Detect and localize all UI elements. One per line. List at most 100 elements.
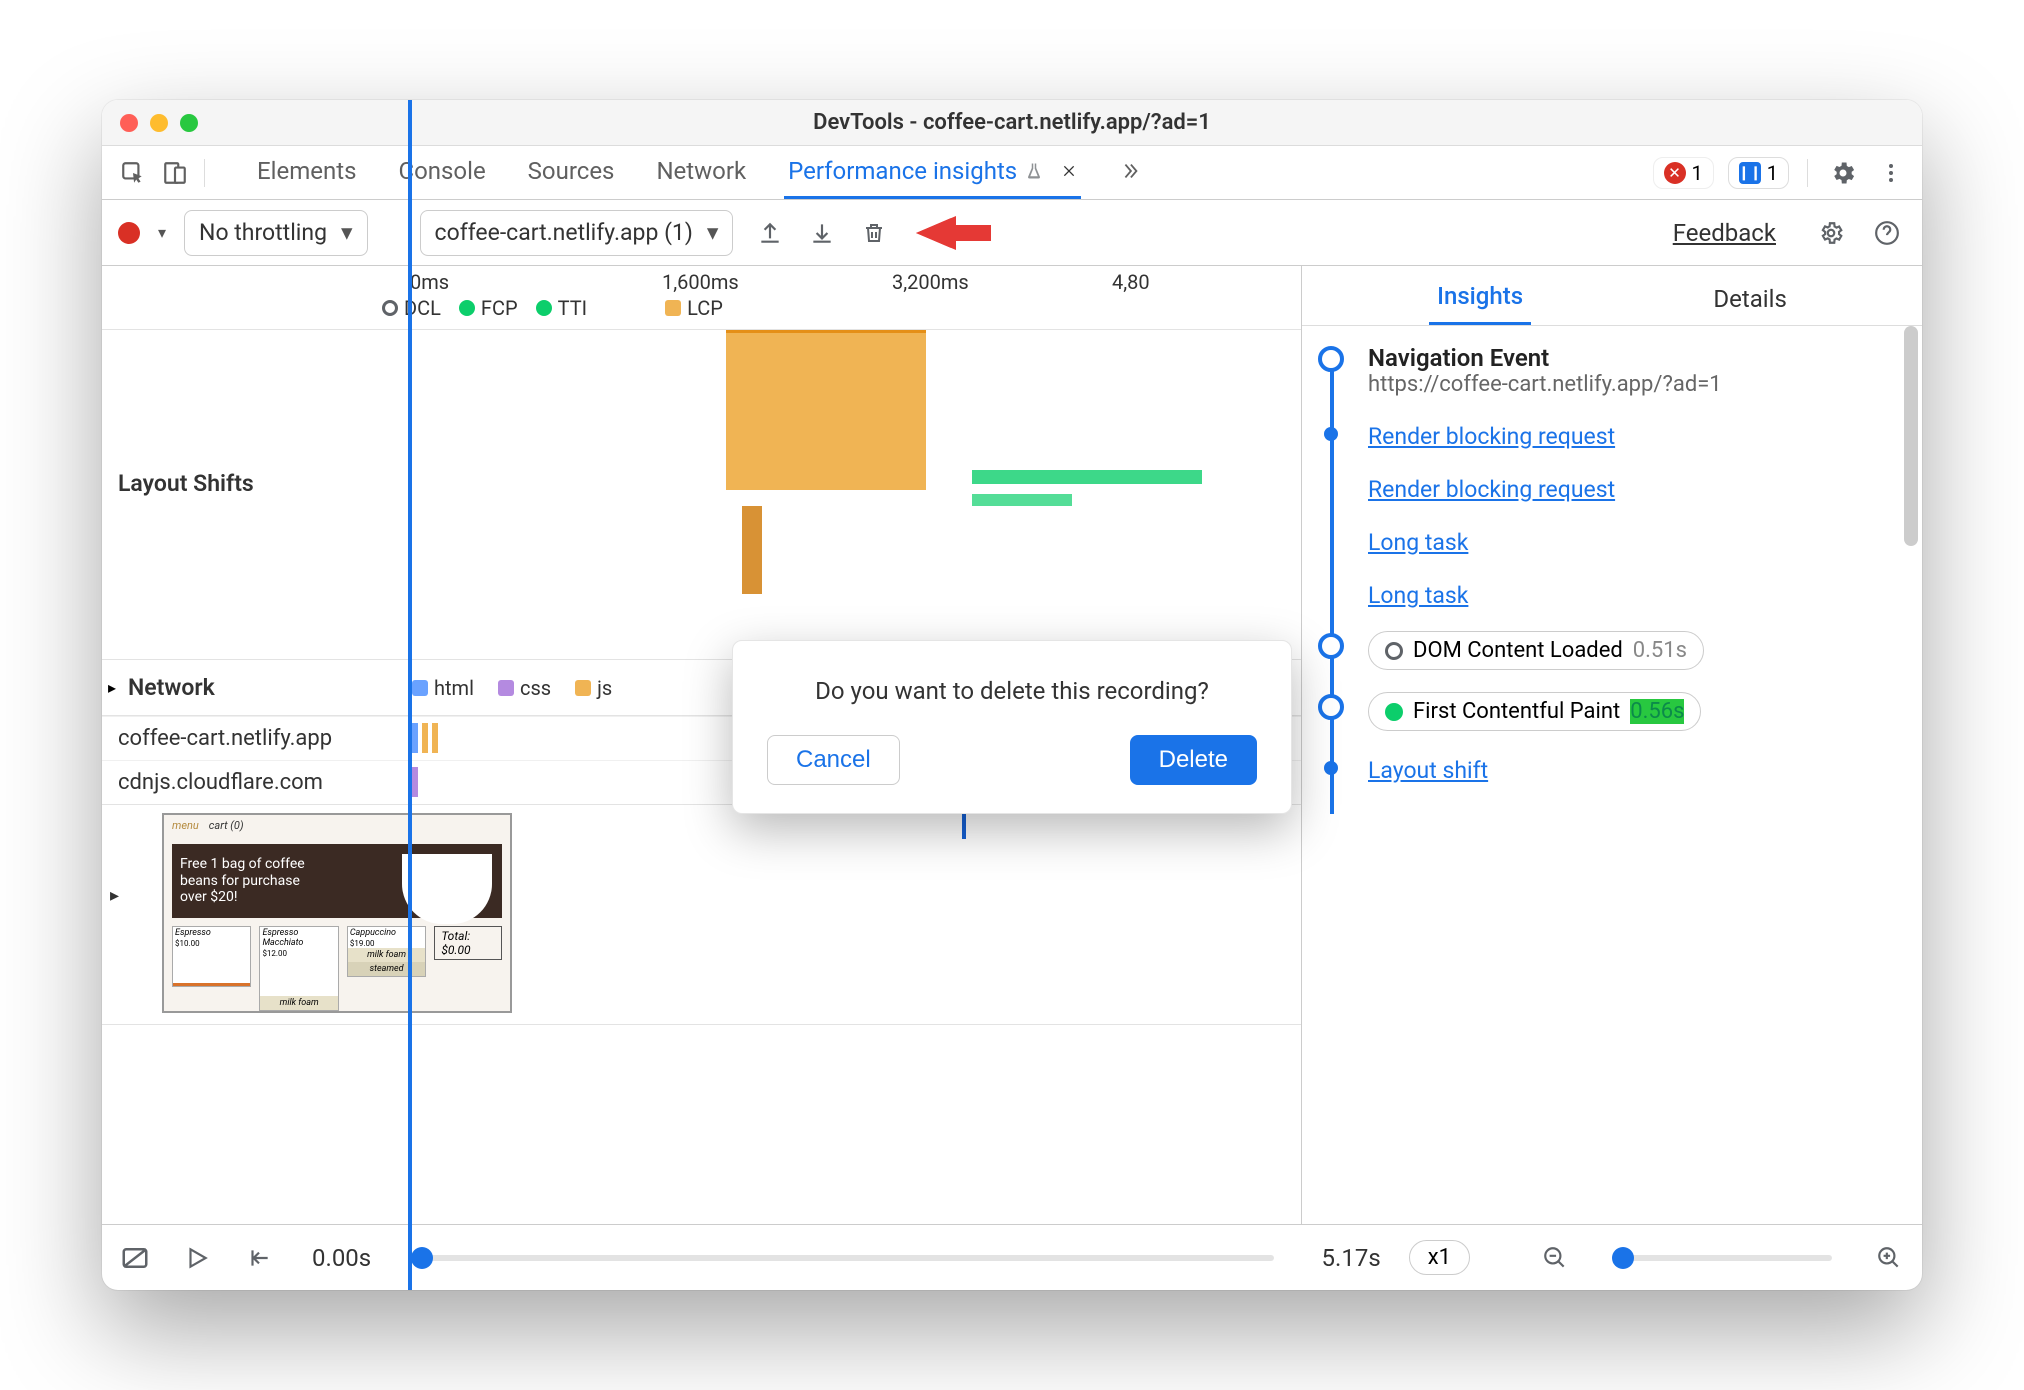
recording-select[interactable]: coffee-cart.netlify.app (1) ▾: [420, 210, 734, 256]
record-button[interactable]: [118, 222, 140, 244]
tick-2: 3,200ms: [892, 270, 969, 294]
dot-icon: [1385, 703, 1403, 721]
error-icon: ✕: [1664, 162, 1686, 184]
title-bar: DevTools - coffee-cart.netlify.app/?ad=1: [102, 100, 1922, 146]
layout-shift-link[interactable]: Layout shift: [1368, 757, 1488, 784]
expand-network-icon[interactable]: ▸: [108, 678, 116, 697]
insight-fcp[interactable]: First Contentful Paint 0.56s: [1352, 692, 1902, 731]
scrubber-knob[interactable]: [411, 1247, 433, 1269]
close-tab-icon[interactable]: [1061, 163, 1077, 179]
insight-long-task-2[interactable]: Long task: [1352, 578, 1902, 609]
gear-icon[interactable]: [1812, 214, 1850, 252]
tab-network[interactable]: Network: [652, 146, 750, 199]
long-task-link[interactable]: Long task: [1368, 582, 1468, 609]
insight-render-blocking-2[interactable]: Render blocking request: [1352, 472, 1902, 503]
timeline-dot-icon: [1324, 761, 1338, 775]
messages-badge[interactable]: ❙❙ 1: [1728, 157, 1789, 189]
window-title: DevTools - coffee-cart.netlify.app/?ad=1: [102, 110, 1922, 135]
zoom-slider[interactable]: [1612, 1255, 1832, 1261]
layout-shifts-lane[interactable]: Layout Shifts: [102, 330, 1301, 660]
host-name: cdnjs.cloudflare.com: [118, 770, 323, 795]
zoom-out-icon[interactable]: [1538, 1241, 1572, 1275]
chevron-down-icon: ▾: [341, 219, 353, 246]
tab-sources[interactable]: Sources: [524, 146, 619, 199]
time-ruler[interactable]: 0ms 1,600ms 3,200ms 4,80 DCL FCP TTI LCP: [102, 266, 1301, 330]
legend-lcp: LCP: [665, 296, 723, 320]
thumb-items: Espresso $10.00 Espresso Macchiato $12.0…: [164, 926, 510, 1011]
dcl-time: 0.51s: [1633, 638, 1687, 663]
flask-icon: [1025, 162, 1043, 180]
lcp-block[interactable]: [726, 330, 926, 490]
thumb-hero: Free 1 bag of coffee beans for purchase …: [172, 844, 502, 918]
dialog-message: Do you want to delete this recording?: [767, 677, 1257, 705]
time-start: 0.00s: [312, 1244, 371, 1272]
insight-dcl[interactable]: DOM Content Loaded 0.51s: [1352, 631, 1902, 670]
dcl-label: DOM Content Loaded: [1413, 638, 1623, 663]
recording-name: coffee-cart.netlify.app (1): [435, 219, 693, 246]
zoom-in-icon[interactable]: [1872, 1241, 1906, 1275]
frame-thumbnail[interactable]: menu cart (0) Free 1 bag of coffee beans…: [162, 813, 512, 1013]
long-task-link[interactable]: Long task: [1368, 529, 1468, 556]
help-icon[interactable]: [1868, 214, 1906, 252]
insight-navigation[interactable]: Navigation Event https://coffee-cart.net…: [1352, 344, 1902, 397]
throttling-select[interactable]: No throttling ▾: [184, 210, 368, 256]
upload-icon[interactable]: [751, 214, 789, 252]
kebab-menu-icon[interactable]: [1874, 156, 1908, 190]
tab-insights[interactable]: Insights: [1429, 270, 1531, 325]
long-task-bar[interactable]: [742, 506, 762, 594]
thumb-card: Cappuccino $19.00 milk foam steamed: [347, 926, 426, 977]
recording-actions: [751, 208, 991, 258]
feedback-link[interactable]: Feedback: [1673, 219, 1776, 247]
host-name: coffee-cart.netlify.app: [118, 726, 332, 751]
play-icon[interactable]: [180, 1241, 214, 1275]
insights-tabs: Insights Details: [1302, 266, 1922, 326]
record-dropdown-icon[interactable]: ▾: [158, 223, 166, 242]
tick-0: 0ms: [410, 270, 449, 294]
playback-bar: 0.00s 5.17s x1: [102, 1224, 1922, 1290]
cls-segment-1[interactable]: [972, 470, 1202, 484]
thumb-card: Espresso $10.00: [172, 926, 251, 987]
delete-button[interactable]: Delete: [1130, 735, 1257, 785]
device-toolbar-icon[interactable]: [158, 156, 192, 190]
network-legend: html css js: [412, 676, 612, 700]
tab-elements[interactable]: Elements: [253, 146, 360, 199]
thumb-total: Total: $0.00: [434, 926, 502, 960]
insight-long-task-1[interactable]: Long task: [1352, 525, 1902, 556]
render-blocking-link[interactable]: Render blocking request: [1368, 423, 1615, 450]
cls-segment-2[interactable]: [972, 494, 1072, 506]
timeline-scrubber[interactable]: [411, 1255, 1273, 1261]
zoom-knob[interactable]: [1612, 1247, 1634, 1269]
more-tabs-button[interactable]: [1115, 146, 1145, 199]
rewind-icon[interactable]: [242, 1241, 276, 1275]
errors-badge[interactable]: ✕ 1: [1653, 157, 1714, 189]
screenshot-toggle-icon[interactable]: [118, 1241, 152, 1275]
divider: [204, 159, 205, 187]
tabs-right-cluster: ✕ 1 ❙❙ 1: [1653, 156, 1909, 190]
network-label: Network: [128, 674, 215, 701]
legend-css: css: [498, 676, 551, 700]
filmstrip-lane[interactable]: ▸ menu cart (0) Free 1 bag of coffee bea…: [102, 805, 1301, 1025]
dcl-chip[interactable]: DOM Content Loaded 0.51s: [1368, 631, 1704, 670]
cancel-button[interactable]: Cancel: [767, 735, 900, 785]
tab-performance-insights[interactable]: Performance insights: [784, 146, 1081, 199]
insight-layout-shift[interactable]: Layout shift: [1352, 753, 1902, 784]
throttling-value: No throttling: [199, 219, 327, 246]
download-icon[interactable]: [803, 214, 841, 252]
insight-render-blocking-1[interactable]: Render blocking request: [1352, 419, 1902, 450]
fcp-chip[interactable]: First Contentful Paint 0.56s: [1368, 692, 1701, 731]
settings-icon[interactable]: [1826, 156, 1860, 190]
dialog-actions: Cancel Delete: [767, 735, 1257, 785]
time-end: 5.17s: [1322, 1244, 1381, 1272]
timeline-node-icon: [1318, 694, 1344, 720]
playback-speed[interactable]: x1: [1409, 1240, 1470, 1275]
render-blocking-link[interactable]: Render blocking request: [1368, 476, 1615, 503]
delete-icon[interactable]: [855, 214, 893, 252]
divider: [1807, 159, 1808, 187]
delete-confirm-dialog: Do you want to delete this recording? Ca…: [732, 640, 1292, 814]
insights-panel: Insights Details Navigation Event https:…: [1302, 266, 1922, 1224]
inspect-element-icon[interactable]: [116, 156, 150, 190]
expand-filmstrip-icon[interactable]: ▸: [110, 885, 119, 906]
playhead-indicator[interactable]: [408, 266, 412, 1224]
fcp-label: First Contentful Paint: [1413, 699, 1620, 724]
tab-details[interactable]: Details: [1705, 273, 1794, 325]
